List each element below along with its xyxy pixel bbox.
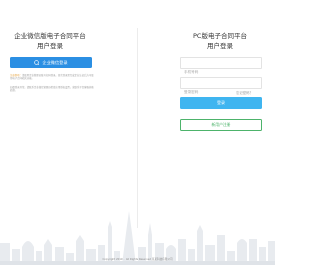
register-button[interactable]: 新用户注册 [180, 119, 262, 131]
login-note-2: 如遇登录异常，请联系企业微信管理员检查应用授权设置，或联系平台客服协助处理。 [10, 86, 94, 93]
login-note-1-text: 请使用企业管理员账号扫码登录，首次登录需完成企业认证后方可使用电子合同相关功能。 [10, 74, 94, 81]
phone-field-wrapper [180, 57, 262, 77]
city-skyline-illustration [0, 211, 275, 265]
login-button[interactable]: 登录 [180, 97, 262, 109]
wechat-icon [34, 60, 40, 65]
forgot-password-link[interactable]: 忘记密码？ [236, 90, 253, 95]
wechat-title-line2: 用户登录 [37, 42, 63, 50]
copyright-text: Copyright 2019 ·· All Rights Reserved 某某… [102, 258, 173, 261]
password-field-wrapper [180, 77, 262, 97]
wechat-title-line1: 企业微信版电子合同平台 [14, 32, 86, 40]
phone-input[interactable] [181, 67, 261, 77]
wechat-login-label: 企业微信登录 [42, 59, 68, 65]
wechat-login-title: 企业微信版电子合同平台 用户登录 [0, 31, 100, 51]
panel-divider [137, 28, 138, 228]
login-note-1: 注意事项：请使用企业管理员账号扫码登录，首次登录需完成企业认证后方可使用电子合同… [10, 74, 94, 81]
pc-title-line2: 用户登录 [207, 42, 233, 50]
wechat-login-button[interactable]: 企业微信登录 [10, 57, 92, 68]
pc-title-line1: PC版电子合同平台 [193, 32, 247, 40]
login-page: 企业微信版电子合同平台 用户登录 企业微信登录 注意事项：请使用企业管理员账号扫… [0, 0, 275, 265]
pc-login-title: PC版电子合同平台 用户登录 [180, 31, 260, 51]
